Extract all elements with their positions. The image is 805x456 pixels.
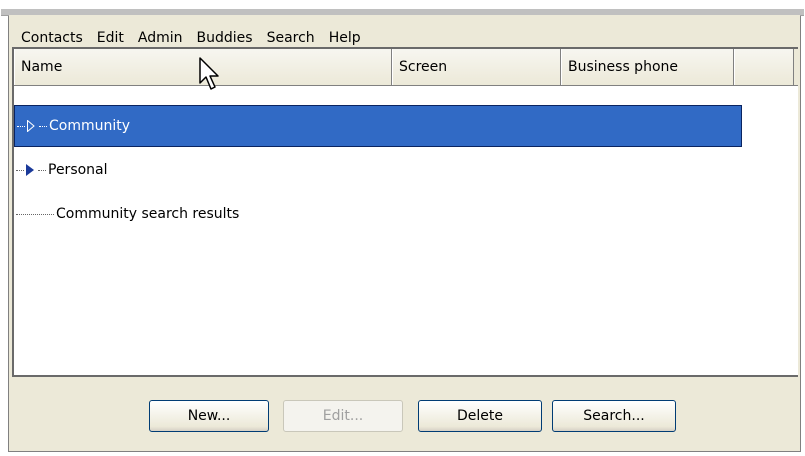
delete-button[interactable]: Delete (418, 400, 542, 432)
expand-arrow-icon[interactable] (27, 120, 35, 132)
tree-connector (17, 125, 25, 127)
list-item-personal[interactable]: Personal (14, 149, 742, 191)
new-button[interactable]: New... (149, 400, 269, 432)
menu-contacts[interactable]: Contacts (21, 30, 83, 46)
column-header-business-phone[interactable]: Business phone (561, 49, 734, 85)
column-header-extra[interactable] (734, 49, 794, 85)
menu-help[interactable]: Help (329, 30, 361, 46)
mouse-pointer-icon (199, 57, 219, 90)
column-header-screen[interactable]: Screen (392, 49, 561, 85)
list-rows: Community Personal Community search resu… (14, 85, 798, 375)
list-item-community[interactable]: Community (14, 105, 742, 147)
edit-button[interactable]: Edit... (283, 400, 403, 432)
list-item-community-search-results[interactable]: Community search results (14, 193, 742, 235)
list-item-label: Personal (48, 162, 108, 178)
list-header: Name Screen Business phone (14, 49, 798, 86)
button-bar: New... Edit... Delete Search... (12, 378, 798, 436)
tree-connector (39, 125, 47, 127)
list-item-label: Community (49, 118, 131, 134)
tree-connector (16, 213, 54, 215)
list-item-label: Community search results (56, 206, 240, 222)
contacts-list[interactable]: Name Screen Business phone Community Per… (12, 47, 798, 377)
menu-edit[interactable]: Edit (97, 30, 124, 46)
menu-buddies[interactable]: Buddies (197, 30, 253, 46)
search-button[interactable]: Search... (552, 400, 676, 432)
menu-search[interactable]: Search (267, 30, 315, 46)
tree-connector (38, 169, 46, 171)
expand-arrow-icon[interactable] (26, 164, 34, 176)
tree-connector (16, 169, 24, 171)
menu-admin[interactable]: Admin (138, 30, 183, 46)
